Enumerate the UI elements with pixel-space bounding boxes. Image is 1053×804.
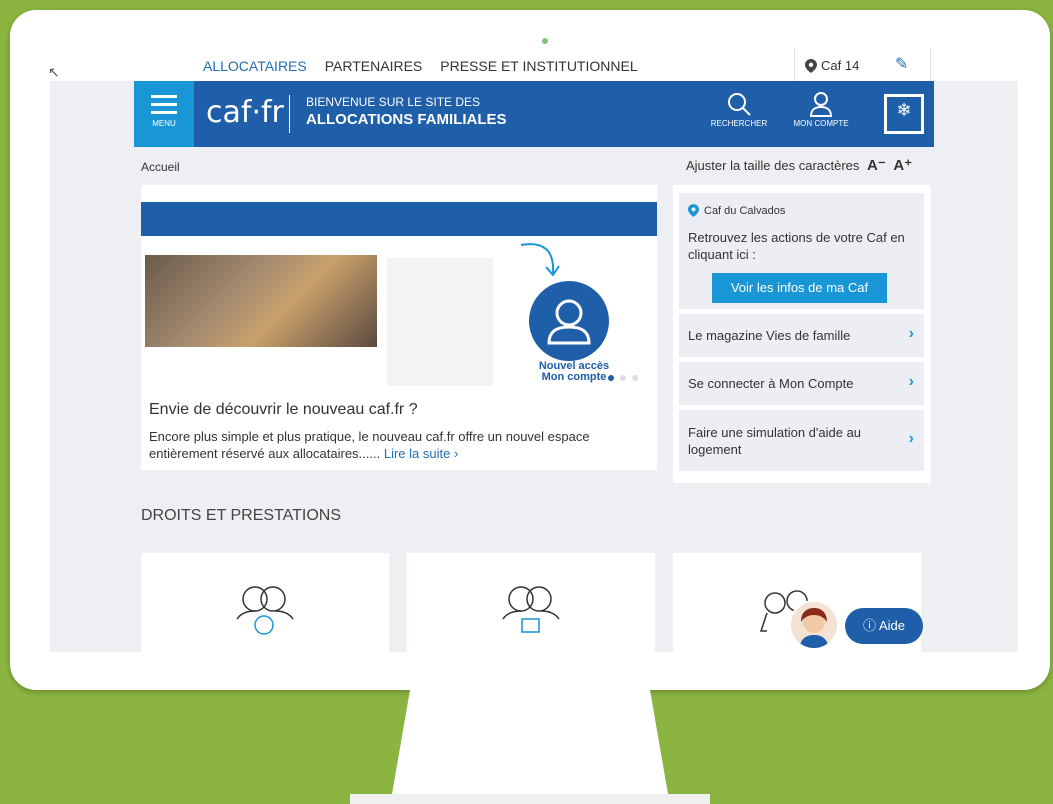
mini-screenshot-header (141, 202, 657, 236)
mini-screenshot-sidebar (387, 258, 493, 386)
classroom-photo (145, 255, 377, 347)
prestation-card[interactable] (141, 553, 389, 652)
chevron-right-icon: › (908, 325, 914, 342)
location-pin-icon (688, 204, 699, 217)
section-title: DROITS ET PRESTATIONS (141, 507, 342, 524)
right-sidebar: Caf du Calvados Retrouvez les actions de… (673, 185, 931, 483)
site-header: MENU caf·fr BIENVENUE SUR LE SITE DES AL… (134, 81, 934, 147)
user-icon (809, 92, 833, 117)
link-simulation-label: Faire une simulation d'aide au logement (688, 425, 862, 457)
nav-partenaires[interactable]: PARTENAIRES (325, 58, 423, 74)
monitor-stand (350, 690, 710, 804)
link-magazine[interactable]: Le magazine Vies de famille › (679, 314, 924, 357)
caf-selector[interactable]: Caf 14 (805, 58, 859, 73)
link-magazine-label: Le magazine Vies de famille (688, 328, 851, 343)
pencil-icon[interactable]: ✎ (895, 54, 908, 74)
caf-description: Retrouvez les actions de votre Caf en cl… (688, 230, 905, 262)
caf-info-button[interactable]: Voir les infos de ma Caf (712, 273, 887, 303)
work-family-icon (502, 586, 560, 633)
search-label: RECHERCHER (710, 119, 768, 128)
welcome-line1: BIENVENUE SUR LE SITE DES (306, 95, 481, 109)
carousel-title: Envie de découvrir le nouveau caf.fr ? (149, 401, 418, 418)
account-button[interactable]: MON COMPTE (788, 91, 854, 128)
carousel-image[interactable]: Nouvel accès Mon compte (141, 185, 657, 391)
font-size-control: Ajuster la taille des caractères A⁻ A⁺ (686, 156, 912, 174)
hamburger-icon (151, 95, 177, 114)
prestation-card[interactable] (407, 553, 655, 652)
caf-info-box: Caf du Calvados Retrouvez les actions de… (679, 193, 924, 309)
top-nav: ALLOCATAIRES PARTENAIRES PRESSE ET INSTI… (50, 48, 1018, 81)
chevron-right-icon: › (908, 430, 914, 447)
caf-name: Caf du Calvados (704, 204, 786, 217)
browser-screen: ALLOCATAIRES PARTENAIRES PRESSE ET INSTI… (50, 48, 1018, 652)
aide-label: Aide (878, 618, 905, 633)
mouse-cursor-icon: ↖ (48, 64, 60, 80)
menu-button[interactable]: MENU (134, 81, 194, 147)
font-size-label: Ajuster la taille des caractères (686, 158, 860, 173)
mini-screenshot-nav (141, 185, 657, 201)
nouvel-acces-badge: Nouvel accès Mon compte (538, 360, 610, 383)
chevron-right-icon: › (908, 373, 914, 390)
family-icon (236, 586, 294, 635)
aide-button[interactable]: ⓘ Aide (845, 608, 923, 644)
search-icon (728, 93, 751, 116)
welcome-text: BIENVENUE SUR LE SITE DES ALLOCATIONS FA… (306, 95, 507, 128)
nav-allocataires[interactable]: ALLOCATAIRES (203, 58, 307, 74)
caf-logo[interactable]: caf·fr (206, 95, 284, 130)
welcome-line2: ALLOCATIONS FAMILIALES (306, 111, 507, 128)
nav-presse[interactable]: PRESSE ET INSTITUTIONNEL (440, 58, 637, 74)
account-circle-icon (529, 281, 609, 361)
font-increase-button[interactable]: A⁺ (893, 157, 912, 174)
link-mon-compte-label: Se connecter à Mon Compte (688, 376, 854, 391)
link-mon-compte[interactable]: Se connecter à Mon Compte › (679, 362, 924, 405)
breadcrumb[interactable]: Accueil (141, 160, 180, 174)
menu-label: MENU (152, 119, 176, 128)
link-simulation[interactable]: Faire une simulation d'aide au logement … (679, 410, 924, 471)
carousel-description: Encore plus simple et plus pratique, le … (149, 429, 590, 461)
assistant-avatar[interactable] (789, 600, 839, 650)
camera-dot (542, 38, 548, 44)
curved-arrow-icon (520, 243, 560, 277)
account-label: MON COMPTE (793, 119, 849, 128)
font-decrease-button[interactable]: A⁻ (867, 157, 886, 174)
carousel-dots[interactable] (608, 375, 638, 381)
allocations-familiales-logo: ❄ (883, 93, 925, 135)
location-pin-icon (805, 58, 817, 73)
help-icon: ⓘ (863, 618, 877, 633)
carousel-caption: Envie de découvrir le nouveau caf.fr ? E… (141, 391, 657, 470)
search-button[interactable]: RECHERCHER (706, 91, 772, 128)
caf-label: Caf 14 (821, 58, 860, 73)
read-more-link[interactable]: Lire la suite › (384, 446, 458, 461)
